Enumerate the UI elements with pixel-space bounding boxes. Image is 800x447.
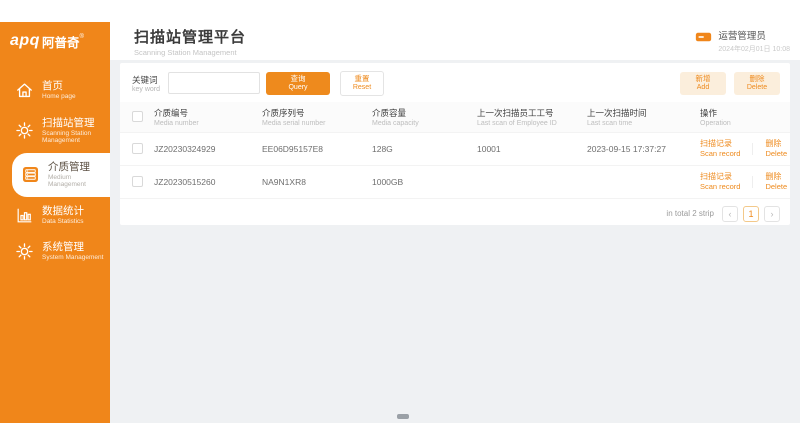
sidebar-item-system-management[interactable]: 系统管理 System Management xyxy=(0,233,110,270)
sidebar-item-label-zh: 数据统计 xyxy=(42,205,84,218)
sidebar: apq阿普奇® 首页 Home page 扫描站管理 Scanning Stat… xyxy=(0,22,110,423)
page-title-en: Scanning Station Management xyxy=(134,48,246,57)
sidebar-item-label-en: System Management xyxy=(42,254,103,261)
user-badge-icon xyxy=(695,30,712,42)
pagination-total: in total 2 strip xyxy=(666,209,714,218)
sidebar-item-label-en: Home page xyxy=(42,93,76,100)
sidebar-item-label-en: Scanning Station Management xyxy=(42,130,108,145)
sidebar-item-data-statistics[interactable]: 数据统计 Data Statistics xyxy=(0,197,110,234)
cell-capacity: 1000GB xyxy=(372,177,477,187)
table-row: JZ20230515260 NA9N1XR8 1000GB 扫描记录 Scan … xyxy=(120,166,790,199)
page-title: 扫描站管理平台 Scanning Station Management xyxy=(134,26,246,57)
cell-media-number: JZ20230515260 xyxy=(154,177,262,187)
keyword-label: 关键词 key word xyxy=(132,74,160,93)
logo-zh: 阿普奇 xyxy=(42,32,80,51)
col-operation: 操作 Operation xyxy=(700,107,790,127)
page-number-button[interactable]: 1 xyxy=(743,206,759,222)
sidebar-item-label-en: Data Statistics xyxy=(42,218,84,225)
logo-text: apq xyxy=(10,32,40,50)
gear-icon xyxy=(15,242,34,261)
select-all-checkbox[interactable] xyxy=(132,111,143,122)
sidebar-item-label-en: Medium Management xyxy=(48,174,108,189)
page: apq阿普奇® 首页 Home page 扫描站管理 Scanning Stat… xyxy=(0,0,800,447)
server-icon xyxy=(21,165,40,184)
user-info[interactable]: 运营管理员 2024年02月01日 10:08 xyxy=(695,28,790,54)
cell-media-number: JZ20230324929 xyxy=(154,144,262,154)
sidebar-item-label-zh: 介质管理 xyxy=(48,161,108,174)
sidebar-item-label-zh: 首页 xyxy=(42,80,76,93)
sidebar-item-label-zh: 扫描站管理 xyxy=(42,117,108,130)
col-last-scan-employee-id: 上一次扫描员工工号 Last scan of Employee ID xyxy=(477,107,587,127)
sidebar-nav: 首页 Home page 扫描站管理 Scanning Station Mana… xyxy=(0,72,110,270)
table-row: JZ20230324929 EE06D95157E8 128G 10001 20… xyxy=(120,133,790,166)
home-icon xyxy=(15,81,34,100)
bar-chart-icon xyxy=(15,206,34,225)
col-media-serial-number: 介质序列号 Media serial number xyxy=(262,107,372,127)
col-media-capacity: 介质容量 Media capacity xyxy=(372,107,477,127)
row-checkbox[interactable] xyxy=(132,143,143,154)
sidebar-item-home[interactable]: 首页 Home page xyxy=(0,72,110,109)
row-delete-link[interactable]: 删除 Delete xyxy=(765,172,787,191)
user-name: 运营管理员 xyxy=(718,28,790,42)
scrollbar-thumb[interactable] xyxy=(397,414,409,419)
page-title-zh: 扫描站管理平台 xyxy=(134,26,246,47)
cell-serial: EE06D95157E8 xyxy=(262,144,372,154)
cell-serial: NA9N1XR8 xyxy=(262,177,372,187)
keyword-input[interactable] xyxy=(168,72,260,94)
row-delete-link[interactable]: 删除 Delete xyxy=(765,139,787,158)
delete-button[interactable]: 删除 Delete xyxy=(734,72,780,95)
add-button[interactable]: 新增 Add xyxy=(680,72,726,95)
pagination: in total 2 strip ‹ 1 › xyxy=(120,199,790,222)
query-button[interactable]: 查询 Query xyxy=(266,72,330,95)
content-card: 关键词 key word 查询 Query 重置 Reset 新增 Add xyxy=(120,63,790,225)
sidebar-item-label-zh: 系统管理 xyxy=(42,241,103,254)
sidebar-item-medium-management[interactable]: 介质管理 Medium Management xyxy=(12,153,110,197)
media-table: 介质编号 Media number 介质序列号 Media serial num… xyxy=(120,102,790,199)
row-checkbox[interactable] xyxy=(132,176,143,187)
logo: apq阿普奇® xyxy=(0,22,110,60)
scan-record-link[interactable]: 扫描记录 Scan record xyxy=(700,172,740,191)
topbar: 扫描站管理平台 Scanning Station Management 运营管理… xyxy=(110,22,800,60)
col-media-number: 介质编号 Media number xyxy=(154,107,262,127)
divider xyxy=(752,176,753,188)
next-page-button[interactable]: › xyxy=(764,206,780,222)
scan-record-link[interactable]: 扫描记录 Scan record xyxy=(700,139,740,158)
sidebar-item-scanning-station[interactable]: 扫描站管理 Scanning Station Management xyxy=(0,109,110,153)
gear-icon xyxy=(15,121,34,140)
reset-button[interactable]: 重置 Reset xyxy=(340,71,384,96)
cell-last-scan: 2023-09-15 17:37:27 xyxy=(587,144,700,154)
col-last-scan-time: 上一次扫描时间 Last scan time xyxy=(587,107,700,127)
main-content: 关键词 key word 查询 Query 重置 Reset 新增 Add xyxy=(110,60,800,423)
table-header-row: 介质编号 Media number 介质序列号 Media serial num… xyxy=(120,102,790,133)
logo-registered-mark: ® xyxy=(79,34,83,40)
datetime: 2024年02月01日 10:08 xyxy=(718,44,790,54)
toolbar: 关键词 key word 查询 Query 重置 Reset 新增 Add xyxy=(120,63,790,102)
cell-employee-id: 10001 xyxy=(477,144,587,154)
prev-page-button[interactable]: ‹ xyxy=(722,206,738,222)
divider xyxy=(752,143,753,155)
cell-capacity: 128G xyxy=(372,144,477,154)
